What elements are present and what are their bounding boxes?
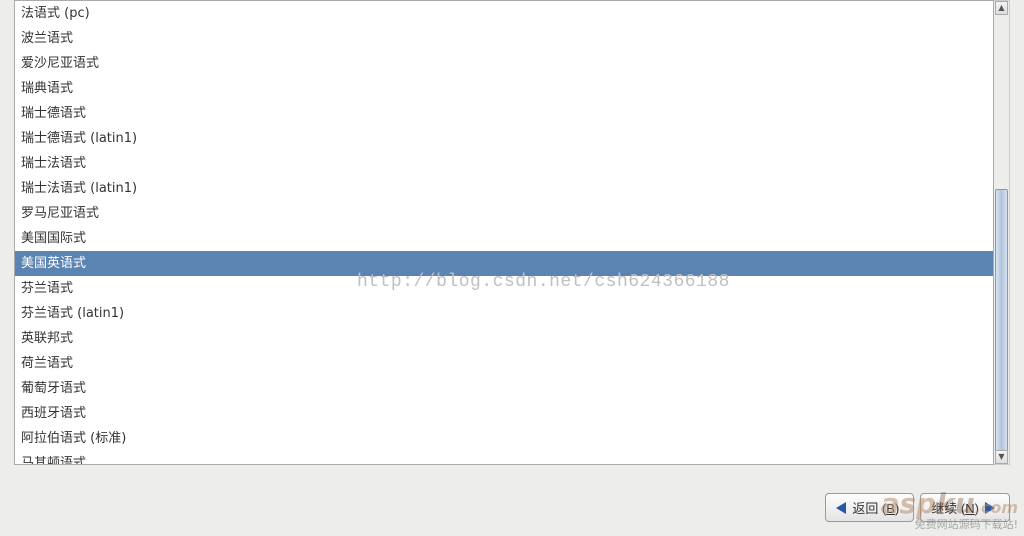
arrow-left-icon <box>836 502 846 514</box>
list-item[interactable]: 美国英语式 <box>15 251 993 276</box>
scroll-down-button[interactable]: ▼ <box>995 450 1008 464</box>
keyboard-layout-listbox[interactable]: 法语式 (pc)波兰语式爱沙尼亚语式瑞典语式瑞士德语式瑞士德语式 (latin1… <box>14 0 994 465</box>
list-item[interactable]: 瑞典语式 <box>15 76 993 101</box>
button-bar: 返回 (B) 继续 (N) <box>825 493 1010 522</box>
back-button[interactable]: 返回 (B) <box>825 493 914 522</box>
scrollbar[interactable]: ▲ ▼ <box>994 0 1010 465</box>
list-item[interactable]: 西班牙语式 <box>15 401 993 426</box>
list-item[interactable]: 马其顿语式 <box>15 451 993 465</box>
list-item[interactable]: 瑞士德语式 <box>15 101 993 126</box>
list-item[interactable]: 阿拉伯语式 (标准) <box>15 426 993 451</box>
scrollbar-thumb[interactable] <box>995 189 1008 453</box>
next-button[interactable]: 继续 (N) <box>920 493 1010 522</box>
list-item[interactable]: 芬兰语式 <box>15 276 993 301</box>
list-item[interactable]: 波兰语式 <box>15 26 993 51</box>
list-item[interactable]: 瑞士德语式 (latin1) <box>15 126 993 151</box>
list-item[interactable]: 瑞士法语式 (latin1) <box>15 176 993 201</box>
list-item[interactable]: 瑞士法语式 <box>15 151 993 176</box>
list-item[interactable]: 葡萄牙语式 <box>15 376 993 401</box>
back-button-label: 返回 (B) <box>852 498 899 517</box>
listbox-container: 法语式 (pc)波兰语式爱沙尼亚语式瑞典语式瑞士德语式瑞士德语式 (latin1… <box>14 0 1010 465</box>
list-item[interactable]: 爱沙尼亚语式 <box>15 51 993 76</box>
list-item[interactable]: 罗马尼亚语式 <box>15 201 993 226</box>
list-item[interactable]: 英联邦式 <box>15 326 993 351</box>
list-item[interactable]: 荷兰语式 <box>15 351 993 376</box>
next-button-label: 继续 (N) <box>931 498 979 517</box>
list-item[interactable]: 芬兰语式 (latin1) <box>15 301 993 326</box>
list-item[interactable]: 法语式 (pc) <box>15 1 993 26</box>
scroll-up-button[interactable]: ▲ <box>995 1 1008 15</box>
list-item[interactable]: 美国国际式 <box>15 226 993 251</box>
arrow-right-icon <box>985 502 995 514</box>
scrollbar-track[interactable] <box>995 16 1008 449</box>
